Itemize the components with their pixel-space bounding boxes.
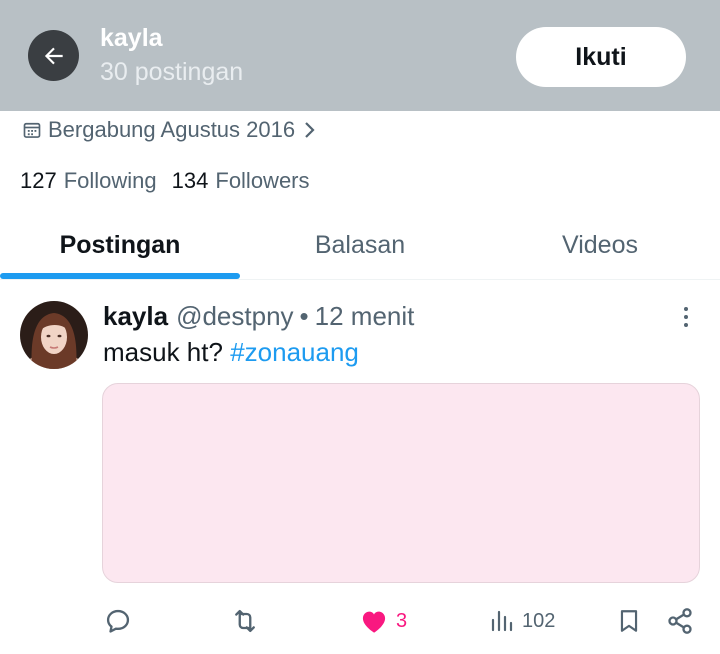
- chevron-right-icon: [305, 122, 315, 138]
- tab-balasan[interactable]: Balasan: [240, 210, 480, 280]
- post-header: kayla @destpny • 12 menit: [103, 301, 414, 332]
- post-actions: 3 102: [0, 599, 720, 643]
- reply-icon: [106, 609, 130, 633]
- reply-button[interactable]: [104, 599, 140, 643]
- views-count: 102: [522, 609, 556, 632]
- repost-button[interactable]: [230, 599, 268, 643]
- hashtag-link[interactable]: #zonauang: [230, 337, 359, 367]
- bookmark-button[interactable]: [616, 599, 642, 643]
- heart-icon: [362, 611, 386, 633]
- post-text: masuk ht? #zonauang: [103, 337, 359, 368]
- share-icon: [668, 608, 692, 634]
- bookmark-icon: [620, 610, 638, 632]
- views-button[interactable]: 102: [490, 599, 555, 643]
- profile-tabs: Postingan Balasan Videos: [0, 210, 720, 280]
- profile-header: kayla 30 postingan Ikuti: [0, 0, 720, 111]
- header-name: kayla: [100, 24, 163, 52]
- joined-date[interactable]: Bergabung Agustus 2016: [22, 117, 323, 143]
- tab-videos[interactable]: Videos: [480, 210, 720, 280]
- follow-stats: 127 Following 134 Followers: [20, 168, 310, 194]
- followers-label: Followers: [215, 168, 310, 193]
- like-button[interactable]: 3: [360, 599, 407, 643]
- joined-label: Bergabung Agustus 2016: [48, 117, 296, 142]
- post-media[interactable]: [102, 383, 700, 583]
- following-label: Following: [63, 168, 157, 193]
- author-name[interactable]: kayla: [103, 301, 168, 332]
- header-post-count: 30 postingan: [100, 58, 244, 86]
- calendar-icon: [23, 122, 41, 138]
- post[interactable]: kayla @destpny • 12 menit masuk ht? #zon…: [0, 281, 720, 654]
- following-count: 127: [20, 168, 57, 193]
- back-button[interactable]: [28, 30, 79, 81]
- views-icon: [491, 610, 513, 632]
- post-body: masuk ht?: [103, 337, 223, 367]
- follow-button[interactable]: Ikuti: [516, 27, 686, 87]
- share-button[interactable]: [666, 599, 694, 643]
- separator-dot: •: [299, 301, 309, 331]
- post-time[interactable]: 12 menit: [315, 301, 415, 332]
- active-tab-indicator: [0, 273, 240, 279]
- tab-postingan[interactable]: Postingan: [0, 210, 240, 280]
- arrow-left-icon: [44, 47, 63, 64]
- author-handle[interactable]: @destpny: [176, 301, 293, 332]
- like-count: 3: [396, 609, 408, 632]
- avatar[interactable]: [20, 301, 88, 369]
- followers-count: 134: [171, 168, 209, 193]
- more-options-button[interactable]: [674, 303, 698, 331]
- following-link[interactable]: 127 Following: [20, 168, 157, 194]
- repost-icon: [235, 609, 255, 633]
- followers-link[interactable]: 134 Followers: [172, 168, 310, 194]
